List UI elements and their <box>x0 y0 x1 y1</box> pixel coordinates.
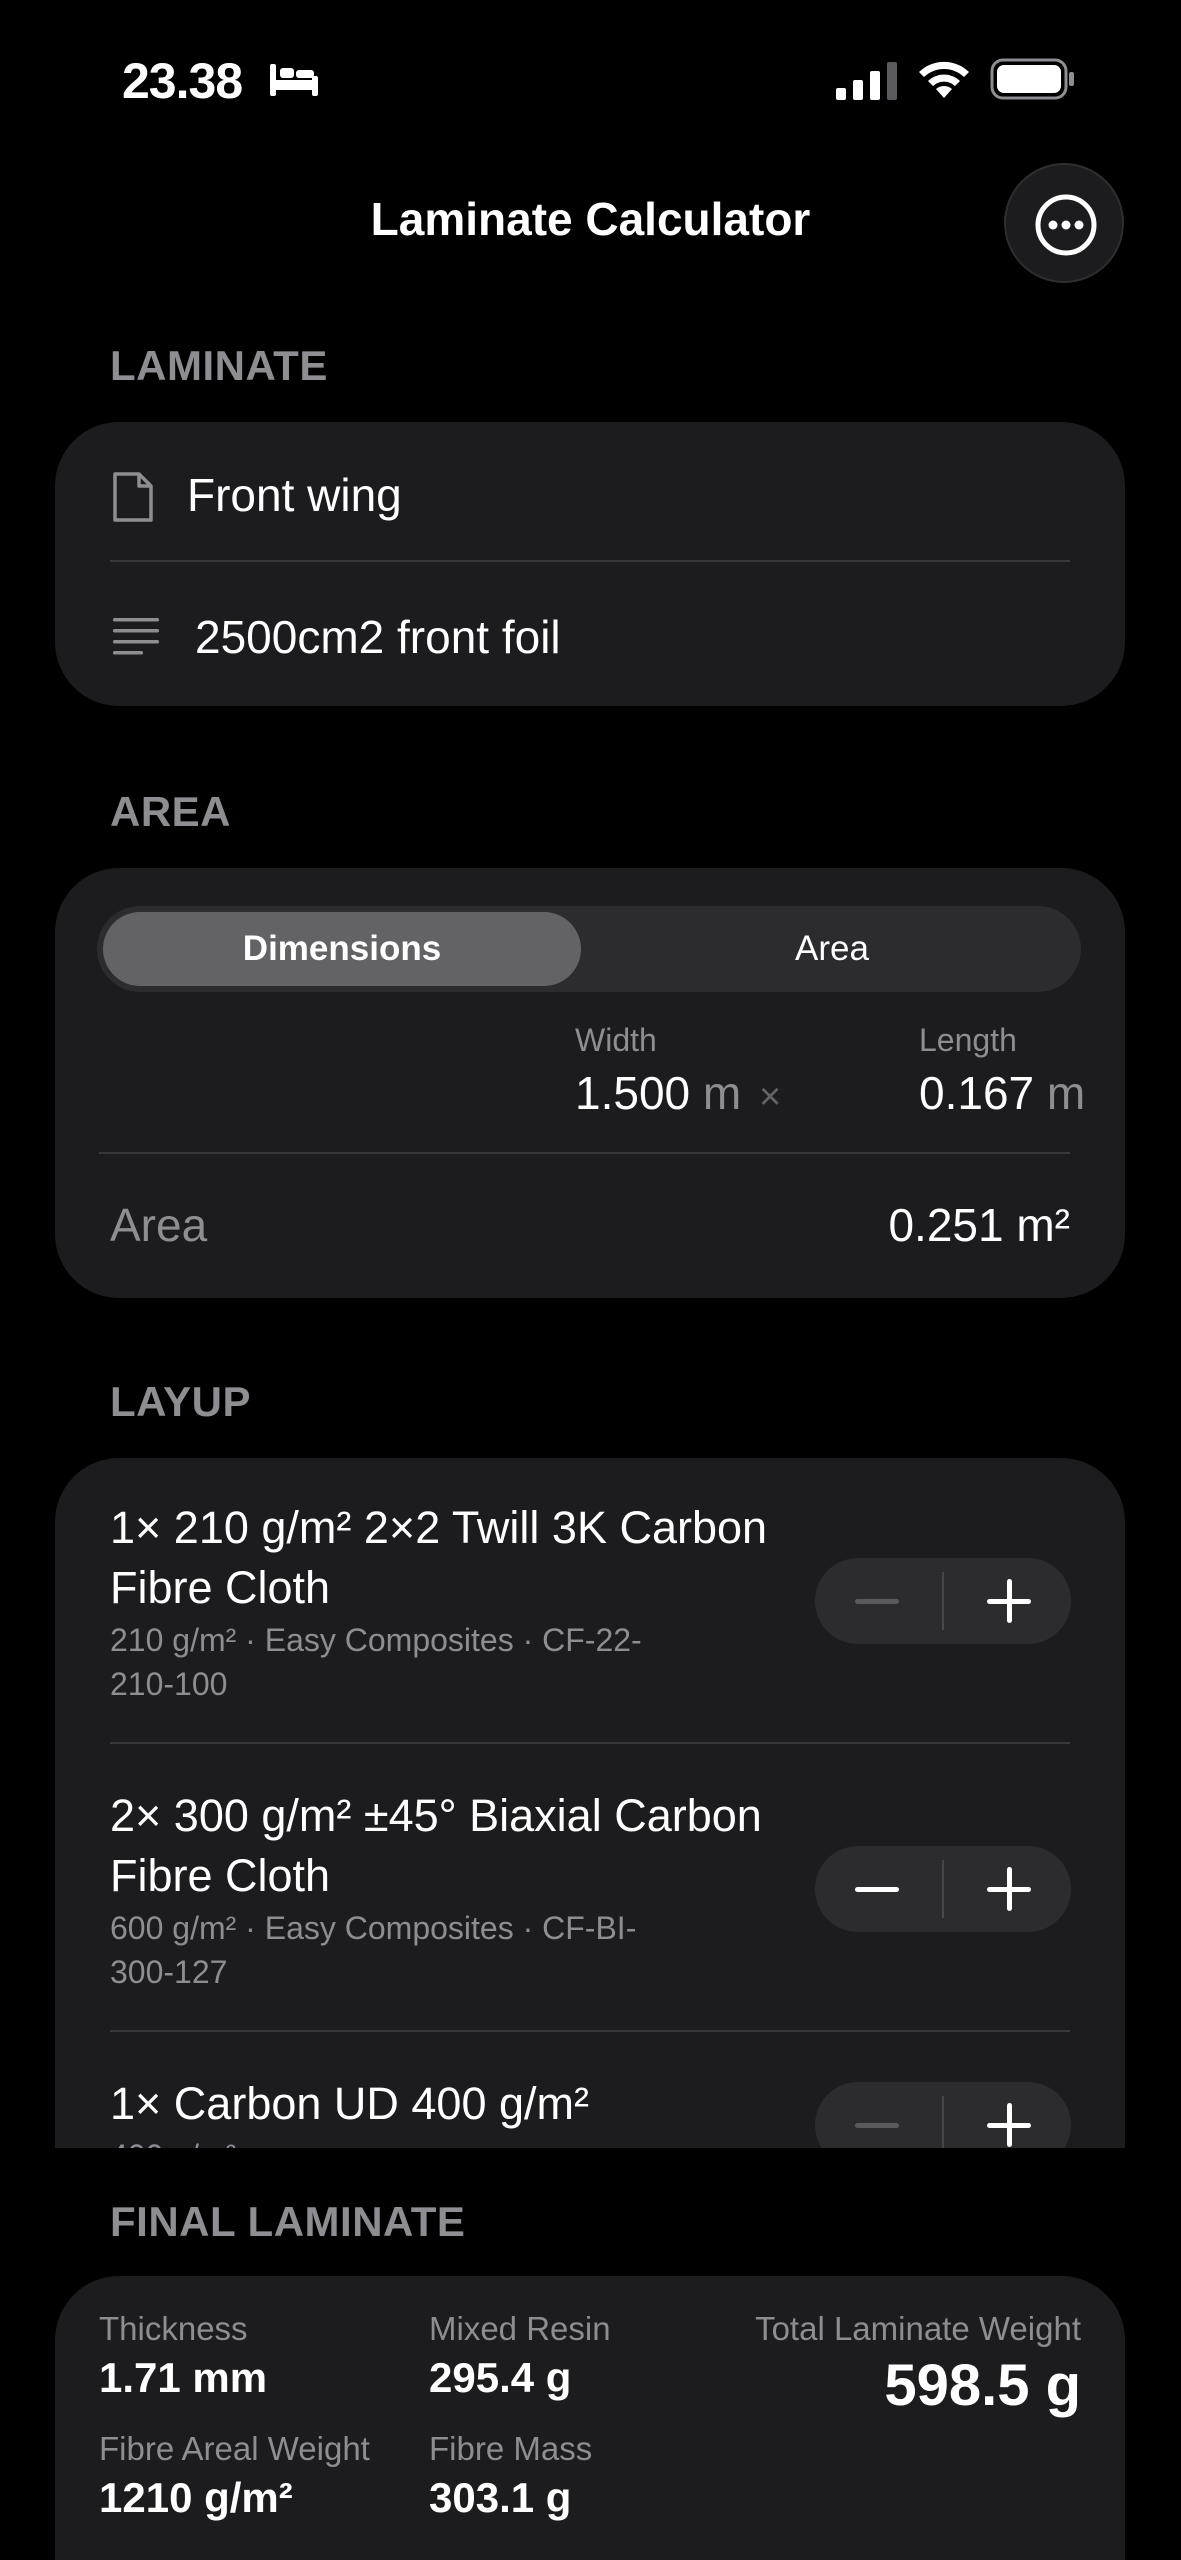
segment-area[interactable]: Area <box>589 912 1075 986</box>
thickness-label: Thickness <box>99 2310 248 2347</box>
segment-dimensions[interactable]: Dimensions <box>103 912 581 986</box>
ellipsis-circle-icon <box>1035 194 1097 256</box>
bed-icon <box>270 64 318 96</box>
divider <box>99 1152 1070 1154</box>
section-label-laminate: LAMINATE <box>110 342 328 389</box>
total-weight-value: 598.5 g <box>884 2353 1081 2418</box>
section-label-area: AREA <box>110 788 232 835</box>
width-value: 1.500 <box>575 1067 691 1119</box>
decrement-button[interactable] <box>855 2123 899 2128</box>
layup-item-subtitle: 210 g/m² · Easy Composites · CF-22-210-1… <box>110 1622 642 1702</box>
length-value: 0.167 <box>919 1067 1035 1119</box>
section-label-final-laminate: FINAL LAMINATE <box>110 2198 466 2245</box>
divider <box>110 560 1070 562</box>
layup-item-title: 1× 210 g/m² 2×2 Twill 3K Carbon Fibre Cl… <box>110 1502 768 1613</box>
final-laminate-card: Thickness 1.71 mm Mixed Resin 295.4 g To… <box>55 2276 1125 2560</box>
ply-count-stepper <box>815 1846 1071 1932</box>
multiply-symbol: × <box>759 1076 782 1118</box>
decrement-button[interactable] <box>855 1887 899 1892</box>
laminate-name-field[interactable]: Front wing <box>187 468 402 522</box>
area-mode-segmented-control: Dimensions Area <box>97 906 1081 992</box>
ply-count-stepper <box>815 2082 1071 2148</box>
more-options-button[interactable] <box>1004 163 1124 283</box>
fibre-areal-weight-value: 1210 g/m² <box>99 2474 293 2521</box>
thickness-value: 1.71 mm <box>99 2354 268 2401</box>
status-time: 23.38 <box>122 53 243 109</box>
divider <box>110 1742 1070 1744</box>
laminate-description-field[interactable]: 2500cm2 front foil <box>195 610 561 664</box>
length-unit: m <box>1046 1067 1086 1119</box>
decrement-button[interactable] <box>855 1599 899 1604</box>
length-label: Length <box>919 1022 1017 1058</box>
layup-item-subtitle: 600 g/m² · Easy Composites · CF-BI-300-1… <box>110 1910 637 1990</box>
width-label: Width <box>575 1022 657 1058</box>
status-bar: 23.38 <box>0 0 1181 160</box>
layup-item-title: 2× 300 g/m² ±45° Biaxial Carbon Fibre Cl… <box>110 1790 762 1901</box>
layup-item-subtitle: 400 g/m² <box>110 2134 670 2148</box>
ply-count-stepper <box>815 1558 1071 1644</box>
width-input[interactable]: 1.500 m <box>575 1066 741 1120</box>
layup-card: 1× 210 g/m² 2×2 Twill 3K Carbon Fibre Cl… <box>55 1458 1125 2148</box>
total-weight-label: Total Laminate Weight <box>755 2310 1081 2347</box>
mixed-resin-label: Mixed Resin <box>429 2310 611 2347</box>
mixed-resin-value: 295.4 g <box>429 2354 572 2401</box>
battery-icon <box>990 58 1074 100</box>
wifi-icon <box>919 61 969 98</box>
document-icon <box>113 472 153 522</box>
divider <box>110 2030 1070 2032</box>
cellular-signal-icon <box>836 62 897 100</box>
text-lines-icon <box>113 618 159 655</box>
width-unit: m <box>702 1067 742 1119</box>
fibre-areal-weight-label: Fibre Areal Weight <box>99 2430 370 2467</box>
layup-item-title: 1× Carbon UD 400 g/m² <box>110 2078 589 2129</box>
fibre-mass-value: 303.1 g <box>429 2474 572 2521</box>
fibre-mass-label: Fibre Mass <box>429 2430 593 2467</box>
area-value: 0.251 m² <box>888 1199 1070 1251</box>
area-label: Area <box>110 1199 208 1251</box>
length-input[interactable]: 0.167 m <box>919 1066 1085 1120</box>
area-card: Dimensions Area Width 1.500 m × Length 0… <box>55 868 1125 1298</box>
section-label-layup: LAYUP <box>110 1378 251 1425</box>
laminate-card: Front wing 2500cm2 front foil <box>55 422 1125 706</box>
